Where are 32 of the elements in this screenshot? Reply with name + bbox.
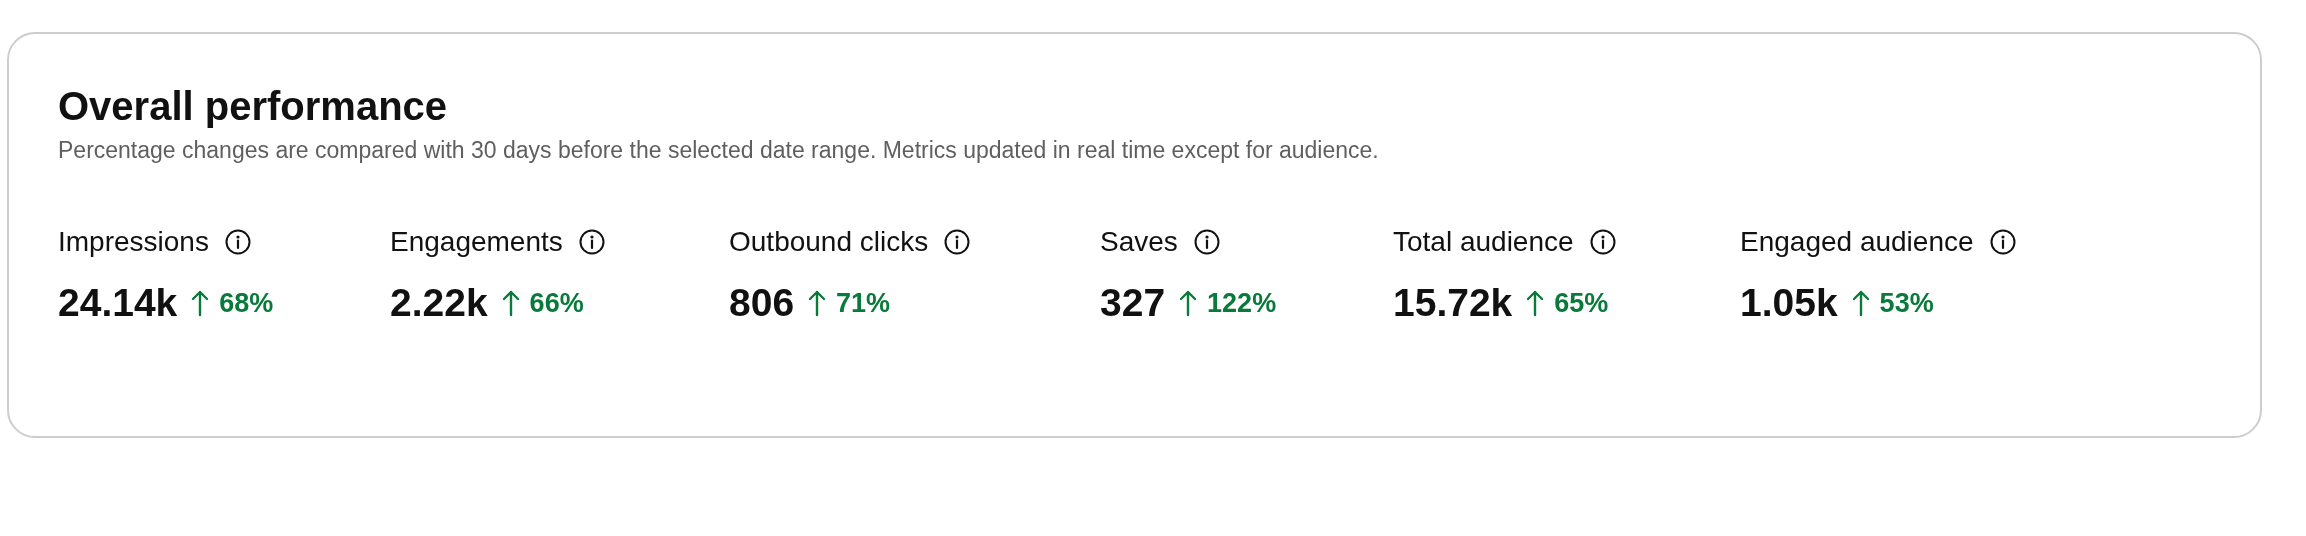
metric-value: 2.22k <box>390 280 488 326</box>
metric-value: 806 <box>729 280 795 326</box>
metric-value: 327 <box>1100 280 1166 326</box>
metric-label: Impressions <box>58 226 209 258</box>
up-arrow-icon <box>191 289 210 317</box>
metric-label: Outbound clicks <box>729 226 929 258</box>
info-icon[interactable] <box>944 229 971 255</box>
info-icon[interactable] <box>1989 229 2016 255</box>
info-icon[interactable] <box>1589 229 1616 255</box>
metric-value: 1.05k <box>1740 280 1838 326</box>
metric-change: 71% <box>836 288 891 318</box>
metric-change: 66% <box>529 288 584 318</box>
info-icon[interactable] <box>578 229 605 255</box>
metric-change: 122% <box>1207 288 1277 318</box>
metric-value: 15.72k <box>1393 280 1513 326</box>
info-icon[interactable] <box>224 229 251 255</box>
up-arrow-icon <box>1851 289 1870 317</box>
info-icon[interactable] <box>1193 229 1220 255</box>
up-arrow-icon <box>808 289 827 317</box>
metric-value: 24.14k <box>58 280 178 326</box>
metric-label: Engagements <box>390 226 563 258</box>
metric-label: Engaged audience <box>1740 226 1974 258</box>
metric-change: 65% <box>1554 288 1609 318</box>
up-arrow-icon <box>501 289 520 317</box>
up-arrow-icon <box>1526 289 1545 317</box>
metric-label: Total audience <box>1393 226 1574 258</box>
up-arrow-icon <box>1179 289 1198 317</box>
metric-change: 68% <box>219 288 274 318</box>
metric-label: Saves <box>1100 226 1178 258</box>
card-title: Overall performance <box>58 83 448 130</box>
metric-change: 53% <box>1879 288 1934 318</box>
card-subtitle: Percentage changes are compared with 30 days before the selected date range. Metrics updated in real time except for audience. <box>58 136 1379 164</box>
